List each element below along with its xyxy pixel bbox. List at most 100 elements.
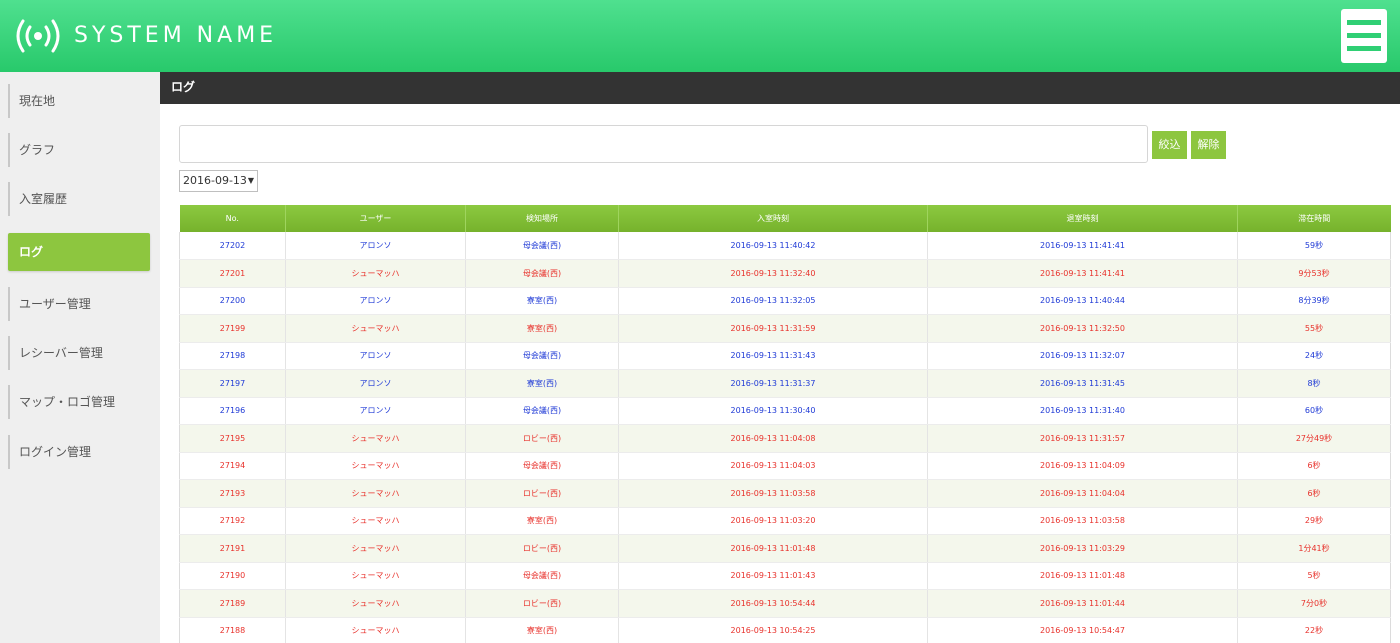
column-header-place[interactable]: 検知場所: [465, 205, 619, 232]
column-header-stay-time[interactable]: 滞在時間: [1237, 205, 1391, 232]
cell-enter-time: 2016-09-13 11:31:43: [618, 342, 928, 370]
cell-stay-time: 60秒: [1237, 397, 1391, 425]
table-row[interactable]: 27196 アロンソ 母会議(西) 2016-09-13 11:30:40 2016-0…: [179, 397, 1391, 425]
cell-place: ロビー(西): [465, 589, 619, 618]
cell-enter-time: 2016-09-13 11:31:59: [618, 314, 928, 343]
date-select[interactable]: 2016-09-13 ▼: [179, 170, 258, 192]
cell-stay-time: 22秒: [1237, 617, 1391, 643]
cell-exit-time: 2016-09-13 11:03:58: [927, 507, 1238, 535]
cell-stay-time: 55秒: [1237, 314, 1391, 343]
cell-no: 27191: [179, 534, 286, 563]
table-row[interactable]: 27197 アロンソ 寮室(西) 2016-09-13 11:31:37 2016-09…: [179, 369, 1391, 398]
sidebar: 現在地 グラフ 入室履歴 ログ ユーザー管理 レシーバー管理 マップ・ロゴ管理 …: [0, 72, 160, 643]
cell-place: ロビー(西): [465, 424, 619, 453]
cell-enter-time: 2016-09-13 11:04:08: [618, 424, 928, 453]
cell-no: 27199: [179, 314, 286, 343]
filter-button[interactable]: 絞込: [1152, 131, 1187, 159]
cell-enter-time: 2016-09-13 11:30:40: [618, 397, 928, 425]
table-row[interactable]: 27188 シューマッハ 寮室(西) 2016-09-13 10:54:25 2016-…: [179, 617, 1391, 643]
sidebar-item-label: 入室履歴: [19, 192, 68, 206]
cell-user: アロンソ: [285, 287, 466, 315]
cell-stay-time: 8分39秒: [1237, 287, 1391, 315]
cell-place: 寮室(西): [465, 617, 619, 643]
cell-exit-time: 2016-09-13 11:01:44: [927, 589, 1238, 618]
system-name: SYSTEM NAME: [74, 23, 278, 48]
sidebar-item-current-location[interactable]: 現在地: [8, 84, 150, 118]
sidebar-item-receiver-management[interactable]: レシーバー管理: [8, 336, 150, 370]
table-row[interactable]: 27199 シューマッハ 寮室(西) 2016-09-13 11:31:59 2016-…: [179, 314, 1391, 343]
cell-user: シューマッハ: [285, 534, 466, 563]
cell-stay-time: 9分53秒: [1237, 259, 1391, 288]
cell-enter-time: 2016-09-13 11:01:43: [618, 562, 928, 590]
sidebar-item-graph[interactable]: グラフ: [8, 133, 150, 167]
cell-no: 27198: [179, 342, 286, 370]
table-row[interactable]: 27191 シューマッハ ロビー(西) 2016-09-13 11:01:48 2016…: [179, 534, 1391, 563]
table-row[interactable]: 27190 シューマッハ 母会議(西) 2016-09-13 11:01:43 2016…: [179, 562, 1391, 590]
cell-enter-time: 2016-09-13 11:31:37: [618, 369, 928, 398]
table-row[interactable]: 27202 アロンソ 母会議(西) 2016-09-13 11:40:42 2016-0…: [179, 232, 1391, 260]
cell-no: 27196: [179, 397, 286, 425]
clear-button[interactable]: 解除: [1191, 131, 1226, 159]
table-row[interactable]: 27194 シューマッハ 母会議(西) 2016-09-13 11:04:03 2016…: [179, 452, 1391, 480]
cell-enter-time: 2016-09-13 10:54:44: [618, 589, 928, 618]
sidebar-item-map-logo-management[interactable]: マップ・ロゴ管理: [8, 385, 150, 419]
table-row[interactable]: 27192 シューマッハ 寮室(西) 2016-09-13 11:03:20 2016-…: [179, 507, 1391, 535]
column-header-exit-time[interactable]: 退室時刻: [927, 205, 1238, 232]
cell-stay-time: 7分0秒: [1237, 589, 1391, 618]
table-row[interactable]: 27200 アロンソ 寮室(西) 2016-09-13 11:32:05 2016-09…: [179, 287, 1391, 315]
sidebar-item-login-management[interactable]: ログイン管理: [8, 435, 150, 469]
cell-exit-time: 2016-09-13 11:40:44: [927, 287, 1238, 315]
cell-enter-time: 2016-09-13 11:40:42: [618, 232, 928, 260]
column-header-enter-time[interactable]: 入室時刻: [618, 205, 928, 232]
sidebar-item-user-management[interactable]: ユーザー管理: [8, 287, 150, 321]
cell-enter-time: 2016-09-13 11:03:58: [618, 479, 928, 508]
cell-user: シューマッハ: [285, 479, 466, 508]
cell-stay-time: 29秒: [1237, 507, 1391, 535]
cell-stay-time: 6秒: [1237, 452, 1391, 480]
sidebar-item-label: ログイン管理: [19, 445, 92, 459]
cell-enter-time: 2016-09-13 11:32:40: [618, 259, 928, 288]
hamburger-menu-button[interactable]: [1341, 9, 1387, 63]
cell-enter-time: 2016-09-13 11:03:20: [618, 507, 928, 535]
sidebar-item-log[interactable]: ログ: [8, 233, 150, 271]
cell-place: 母会議(西): [465, 452, 619, 480]
cell-enter-time: 2016-09-13 11:04:03: [618, 452, 928, 480]
cell-user: アロンソ: [285, 369, 466, 398]
cell-enter-time: 2016-09-13 10:54:25: [618, 617, 928, 643]
table-row[interactable]: 27193 シューマッハ ロビー(西) 2016-09-13 11:03:58 2016…: [179, 479, 1391, 508]
menu-bar: [1347, 20, 1381, 25]
cell-stay-time: 27分49秒: [1237, 424, 1391, 453]
sidebar-item-label: ログ: [19, 245, 44, 259]
sidebar-item-label: グラフ: [19, 143, 56, 157]
cell-stay-time: 8秒: [1237, 369, 1391, 398]
cell-no: 27189: [179, 589, 286, 618]
sidebar-item-label: マップ・ロゴ管理: [19, 395, 116, 409]
cell-place: 母会議(西): [465, 232, 619, 260]
cell-user: シューマッハ: [285, 314, 466, 343]
cell-user: シューマッハ: [285, 424, 466, 453]
cell-exit-time: 2016-09-13 11:03:29: [927, 534, 1238, 563]
table-row[interactable]: 27198 アロンソ 母会議(西) 2016-09-13 11:31:43 2016-0…: [179, 342, 1391, 370]
cell-enter-time: 2016-09-13 11:32:05: [618, 287, 928, 315]
cell-place: 母会議(西): [465, 342, 619, 370]
column-header-no[interactable]: No.: [179, 205, 286, 232]
caret-down-icon: ▼: [247, 176, 254, 185]
table-row[interactable]: 27189 シューマッハ ロビー(西) 2016-09-13 10:54:44 2016…: [179, 589, 1391, 618]
cell-place: 寮室(西): [465, 287, 619, 315]
sidebar-item-entry-history[interactable]: 入室履歴: [8, 182, 150, 216]
log-table-body: 27202 アロンソ 母会議(西) 2016-09-13 11:40:42 2016-0…: [179, 232, 1391, 643]
search-input[interactable]: [179, 125, 1148, 163]
wireless-signal-icon: [16, 19, 60, 53]
cell-user: シューマッハ: [285, 562, 466, 590]
cell-stay-time: 6秒: [1237, 479, 1391, 508]
cell-place: 母会議(西): [465, 397, 619, 425]
cell-no: 27190: [179, 562, 286, 590]
cell-place: 母会議(西): [465, 562, 619, 590]
cell-user: シューマッハ: [285, 259, 466, 288]
column-header-user[interactable]: ユーザー: [285, 205, 466, 232]
table-row[interactable]: 27195 シューマッハ ロビー(西) 2016-09-13 11:04:08 2016…: [179, 424, 1391, 453]
sidebar-item-label: 現在地: [19, 94, 56, 108]
table-row[interactable]: 27201 シューマッハ 母会議(西) 2016-09-13 11:32:40 2016…: [179, 259, 1391, 288]
cell-no: 27197: [179, 369, 286, 398]
cell-user: シューマッハ: [285, 507, 466, 535]
